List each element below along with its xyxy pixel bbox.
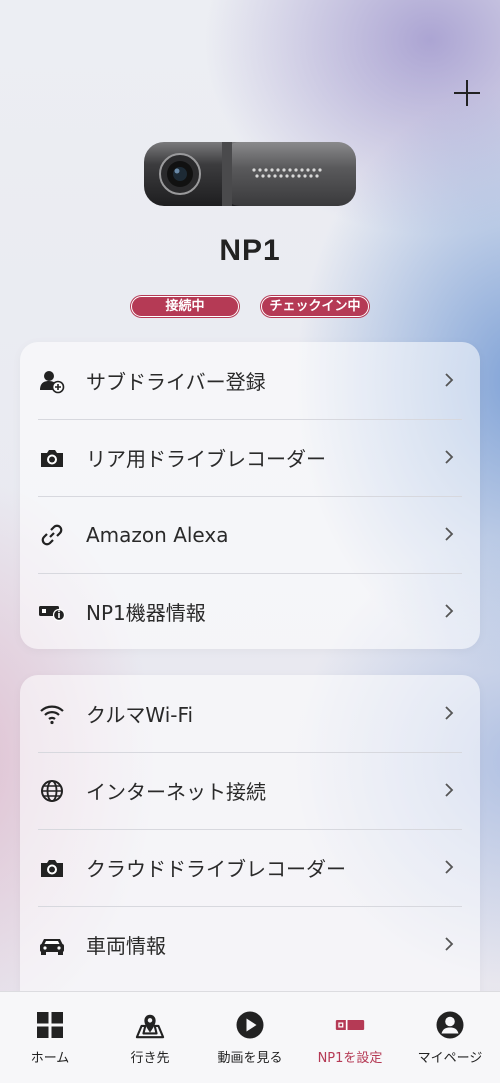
chevron-right-icon	[445, 527, 454, 541]
device-name: NP1	[219, 234, 281, 267]
car-icon	[38, 931, 66, 959]
row-internet[interactable]: インターネット接続	[20, 752, 480, 829]
camera-icon	[38, 854, 66, 882]
row-amazon-alexa[interactable]: Amazon Alexa	[20, 496, 480, 573]
row-rear-recorder[interactable]: リア用ドライブレコーダー	[20, 419, 480, 496]
row-device-info[interactable]: NP1機器情報	[20, 573, 480, 650]
dashcam-image	[144, 142, 356, 206]
tab-mypage[interactable]: マイページ	[400, 1010, 500, 1066]
globe-icon	[38, 777, 66, 805]
device-icon	[335, 1010, 365, 1040]
wifi-icon	[38, 700, 66, 728]
row-vehicle-info[interactable]: 車両情報	[20, 906, 480, 983]
row-sub-driver[interactable]: サブドライバー登録	[20, 342, 480, 419]
grid-icon	[35, 1010, 65, 1040]
settings-card-device: サブドライバー登録 リア用ドライブレコーダー Amazon Alexa NP1機…	[20, 342, 480, 649]
device-info-icon	[38, 598, 66, 626]
row-cloud-recorder[interactable]: クラウドドライブレコーダー	[20, 829, 480, 906]
checkin-badge: チェックイン中	[261, 296, 369, 317]
tab-videos[interactable]: 動画を見る	[200, 1010, 300, 1066]
row-label: インターネット接続	[86, 780, 266, 804]
row-label: NP1機器情報	[86, 601, 206, 625]
chevron-right-icon	[445, 860, 454, 874]
tab-label: NP1を設定	[317, 1051, 383, 1066]
connected-badge: 接続中	[131, 296, 239, 317]
row-label: リア用ドライブレコーダー	[86, 447, 326, 471]
status-badges: 接続中 チェックイン中	[0, 296, 500, 317]
plus-icon[interactable]	[452, 78, 482, 108]
play-icon	[235, 1010, 265, 1040]
tab-np1-settings[interactable]: NP1を設定	[300, 1010, 400, 1066]
chevron-right-icon	[445, 373, 454, 387]
bottom-tab-bar: ホーム 行き先 動画を見る NP1を設定 マイページ	[0, 991, 500, 1083]
row-label: クラウドドライブレコーダー	[86, 857, 346, 881]
tab-label: 行き先	[130, 1051, 170, 1066]
tab-label: ホーム	[30, 1051, 70, 1066]
user-icon	[435, 1010, 465, 1040]
row-label: サブドライバー登録	[86, 370, 266, 394]
tab-label: マイページ	[417, 1051, 483, 1066]
tab-home[interactable]: ホーム	[0, 1010, 100, 1066]
chevron-right-icon	[445, 604, 454, 618]
row-label: クルマWi-Fi	[86, 703, 194, 727]
row-label: Amazon Alexa	[86, 522, 229, 547]
camera-icon	[38, 444, 66, 472]
chevron-right-icon	[445, 783, 454, 797]
link-icon	[38, 521, 66, 549]
row-car-wifi[interactable]: クルマWi-Fi	[20, 675, 480, 752]
add-user-icon	[38, 367, 66, 395]
settings-card-connectivity: クルマWi-Fi インターネット接続 クラウドドライブレコーダー 車両情報	[20, 675, 480, 1015]
tab-destination[interactable]: 行き先	[100, 1010, 200, 1066]
chevron-right-icon	[445, 450, 454, 464]
row-label: 車両情報	[86, 934, 166, 958]
tab-label: 動画を見る	[217, 1051, 283, 1066]
map-pin-icon	[135, 1010, 165, 1040]
chevron-right-icon	[445, 937, 454, 951]
chevron-right-icon	[445, 706, 454, 720]
